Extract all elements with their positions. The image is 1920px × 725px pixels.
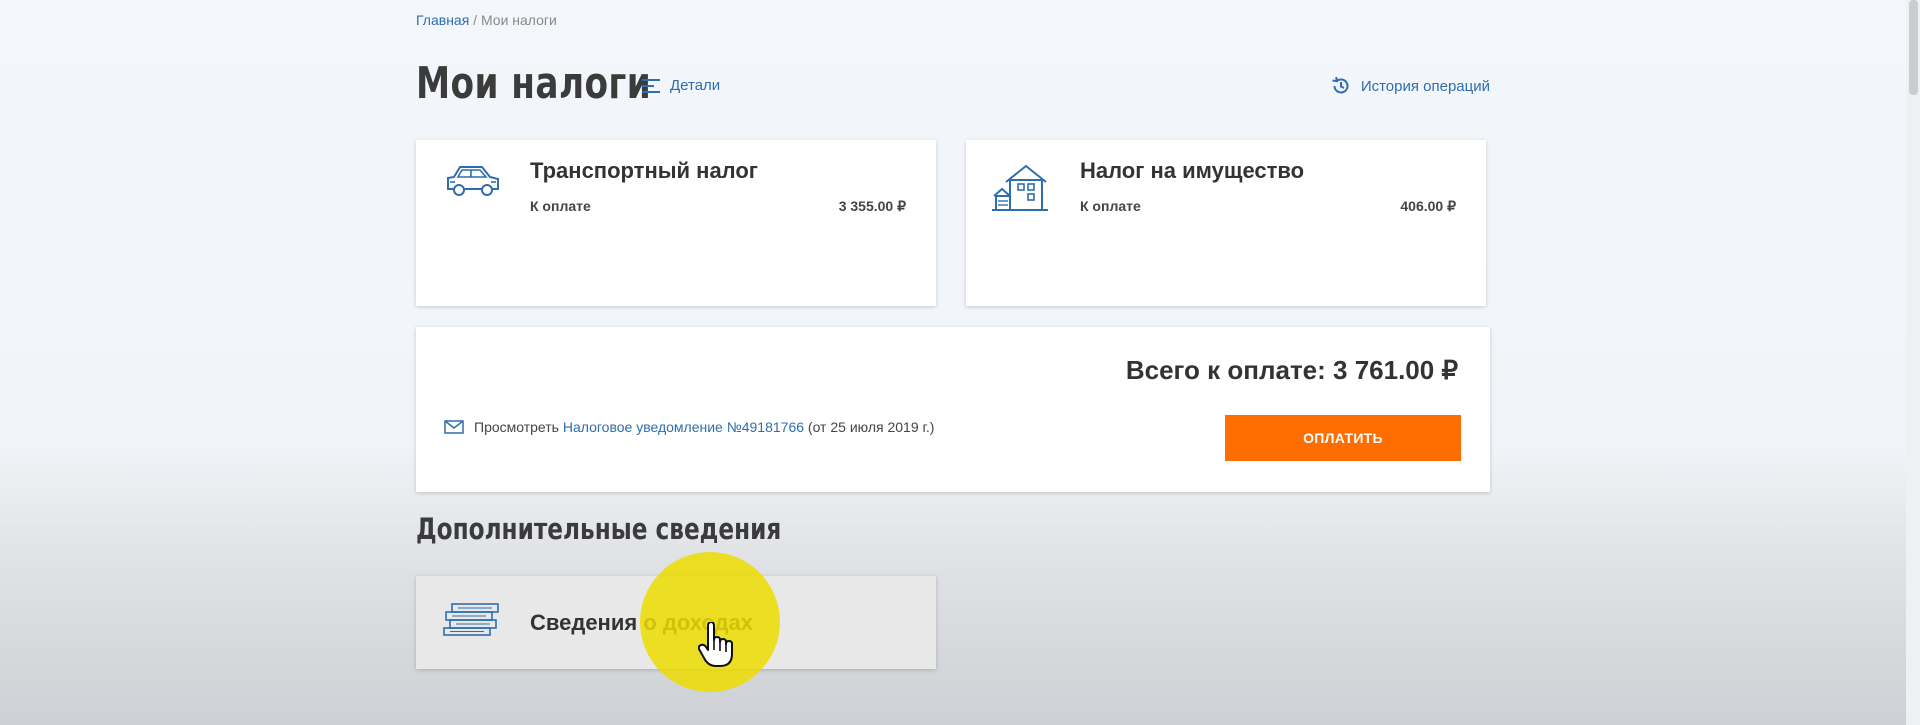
details-link[interactable]: Детали — [642, 77, 720, 94]
transport-tax-amount: 3 355.00 ₽ — [838, 198, 906, 214]
breadcrumb-home-link[interactable]: Главная — [416, 12, 469, 28]
breadcrumb-current: Мои налоги — [480, 12, 557, 28]
transport-tax-name: Транспортный налог — [530, 158, 758, 183]
hand-cursor-icon — [698, 622, 733, 667]
pay-button[interactable]: ОПЛАТИТЬ — [1225, 415, 1461, 461]
envelope-icon — [444, 420, 464, 434]
transport-tax-card[interactable]: Транспортный налог К оплате 3 355.00 ₽ — [416, 140, 936, 306]
breadcrumb-separator: / — [469, 12, 481, 28]
tax-notice-date: (от 25 июля 2019 г.) — [804, 419, 935, 435]
page-scrollbar[interactable] — [1906, 0, 1920, 725]
transport-tax-pay-label: К оплате — [530, 198, 591, 214]
history-link[interactable]: История операций — [1331, 76, 1490, 96]
tax-notice: Просмотреть Налоговое уведомление №49181… — [444, 419, 934, 435]
additional-info-title: Дополнительные сведения — [416, 512, 782, 546]
total-amount: Всего к оплате: 3 761.00 ₽ — [1125, 355, 1458, 385]
tax-notice-link[interactable]: Налоговое уведомление №49181766 — [563, 419, 804, 435]
history-label: История операций — [1360, 77, 1490, 95]
page-title: Мои налоги — [416, 58, 652, 109]
history-icon — [1332, 76, 1349, 94]
property-tax-card[interactable]: Налог на имущество К оплате 406.00 ₽ — [966, 140, 1486, 306]
property-tax-pay-label: К оплате — [1080, 198, 1141, 214]
scrollbar-thumb[interactable] — [1909, 0, 1918, 95]
details-label: Детали — [670, 77, 721, 94]
property-tax-amount: 406.00 ₽ — [1400, 198, 1456, 214]
tax-notice-prefix: Просмотреть — [474, 419, 563, 435]
house-icon — [992, 164, 1048, 211]
total-card: Всего к оплате: 3 761.00 ₽ Просмотреть Н… — [416, 327, 1490, 492]
page-content: Главная / Мои налоги Мои налоги Детали И… — [416, 0, 1490, 725]
title-row: Мои налоги Детали История операций — [416, 58, 1490, 114]
car-icon — [447, 166, 499, 196]
money-stack-icon — [443, 603, 499, 636]
menu-lines-icon — [642, 78, 660, 93]
breadcrumb: Главная / Мои налоги — [416, 12, 557, 28]
tax-notice-text: Просмотреть Налоговое уведомление №49181… — [474, 419, 934, 435]
property-tax-name: Налог на имущество — [1080, 158, 1305, 183]
